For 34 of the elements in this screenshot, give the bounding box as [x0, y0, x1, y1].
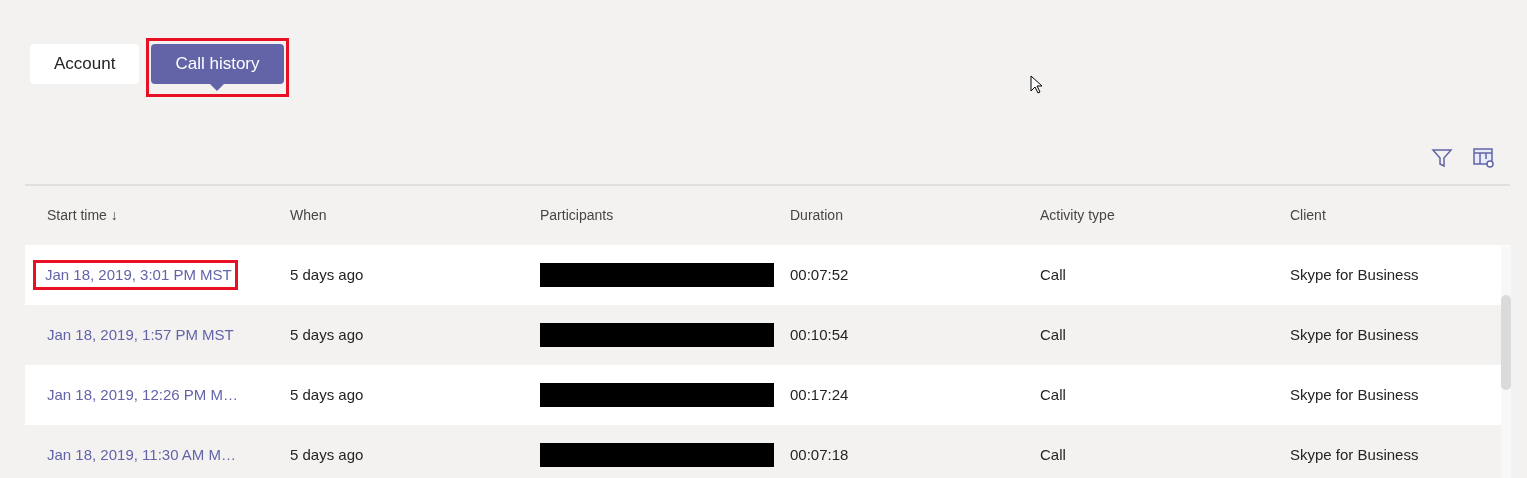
table-cell-text: Skype for Business [1290, 444, 1420, 465]
cursor-icon [1030, 75, 1043, 94]
table-cell-text: Call [1040, 264, 1067, 285]
column-header[interactable]: Duration [790, 205, 1040, 226]
column-header[interactable]: Participants [540, 205, 790, 226]
column-header[interactable]: Start time ↓ [47, 205, 290, 226]
selected-tab-pointer [210, 84, 225, 91]
scrollbar-thumb[interactable] [1501, 295, 1511, 390]
table-cell-text: Skype for Business [1290, 384, 1420, 405]
table-cell-text: Call [1040, 444, 1067, 465]
filter-icon [1431, 147, 1453, 169]
table-cell-text: 00:10:54 [790, 324, 850, 345]
column-header[interactable]: Client [1290, 205, 1510, 226]
column-header[interactable]: When [290, 205, 540, 226]
table-cell-text: Call [1040, 324, 1067, 345]
table-cell-text: Skype for Business [1290, 324, 1420, 345]
column-header[interactable]: Activity type [1040, 205, 1290, 226]
tab[interactable]: Call history [151, 44, 284, 84]
table-cell-text: 5 days ago [290, 264, 365, 285]
column-settings-button[interactable] [1471, 145, 1497, 171]
start-time-link[interactable]: Jan 18, 2019, 1:57 PM MST [47, 323, 234, 347]
table-cell-text: 5 days ago [290, 444, 365, 465]
start-time-link[interactable]: Jan 18, 2019, 12:26 PM M… [47, 383, 238, 407]
table-cell-text: Call [1040, 384, 1067, 405]
column-settings-icon [1473, 147, 1495, 169]
table-cell-text: 00:17:24 [790, 384, 850, 405]
table-cell-text: 00:07:18 [790, 444, 850, 465]
tab[interactable]: Account [30, 44, 140, 84]
scrollbar[interactable] [1501, 246, 1511, 478]
table-cell-text: Skype for Business [1290, 264, 1420, 285]
table-cell-text: 5 days ago [290, 384, 365, 405]
table-cell-text: 5 days ago [290, 324, 365, 345]
table-cell-text: 00:07:52 [790, 264, 850, 285]
start-time-link[interactable]: Jan 18, 2019, 11:30 AM M… [47, 443, 236, 467]
